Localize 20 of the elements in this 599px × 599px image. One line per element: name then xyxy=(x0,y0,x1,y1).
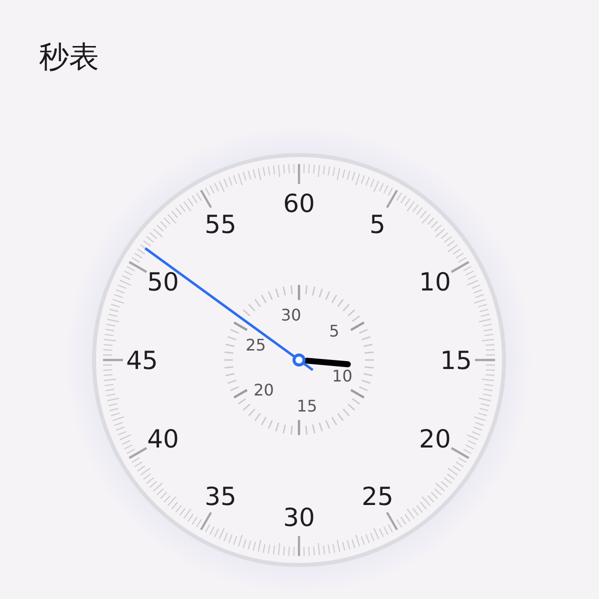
dial-number: 40 xyxy=(147,424,179,454)
dial-number: 60 xyxy=(283,189,315,218)
page-title: 秒表 xyxy=(38,39,100,76)
subdial-number: 30 xyxy=(280,306,302,325)
dial-number: 15 xyxy=(440,346,472,375)
minute-hand xyxy=(304,358,351,368)
dial-number: 5 xyxy=(370,210,386,240)
subdial-number: 5 xyxy=(329,321,340,340)
dial-number: 55 xyxy=(204,210,236,240)
dial-number: 10 xyxy=(419,268,451,296)
dial-number: 35 xyxy=(204,482,236,511)
dial-number: 50 xyxy=(147,268,179,296)
dial-number: 25 xyxy=(362,482,394,511)
dial-number: 45 xyxy=(126,346,158,375)
subdial-number: 15 xyxy=(296,396,318,416)
subdial-number: 25 xyxy=(246,335,266,354)
dial-number: 30 xyxy=(283,503,315,532)
subdial-number: 20 xyxy=(254,380,274,400)
dial-number: 20 xyxy=(419,424,451,454)
subdial-number: 10 xyxy=(332,366,352,386)
